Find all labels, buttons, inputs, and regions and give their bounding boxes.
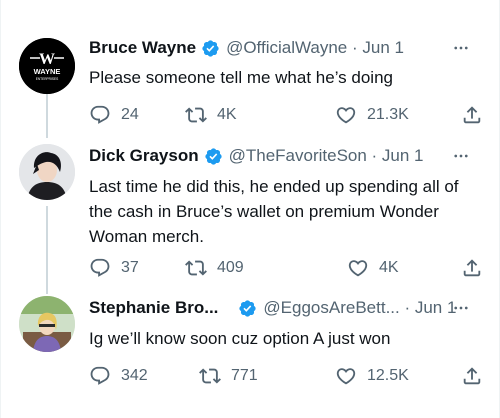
like-button[interactable]: 4K bbox=[347, 256, 399, 280]
avatar[interactable] bbox=[19, 144, 75, 200]
reply-count: 24 bbox=[121, 106, 139, 123]
more-icon[interactable] bbox=[449, 296, 473, 320]
verified-badge-icon bbox=[202, 39, 219, 57]
logo-word: WAYNE bbox=[34, 67, 61, 76]
wayne-enterprises-logo: W WAYNE ENTERPRISES bbox=[19, 38, 75, 94]
reply-count: 37 bbox=[121, 259, 139, 276]
handle-and-date[interactable]: @OfficialWayne · Jun 1 bbox=[226, 38, 404, 58]
like-button[interactable]: 12.5K bbox=[335, 364, 409, 388]
tweet[interactable]: Dick Grayson @TheFavoriteSon · Jun 1 Las… bbox=[1, 140, 500, 292]
like-button[interactable]: 21.3K bbox=[335, 103, 409, 127]
like-icon bbox=[336, 368, 356, 385]
tweet-text-line: the cash in Bruce’s wallet on premium Wo… bbox=[89, 202, 439, 221]
reply-button[interactable]: 24 bbox=[89, 103, 139, 127]
retweet-icon bbox=[185, 260, 207, 276]
display-name[interactable]: Dick Grayson bbox=[89, 146, 199, 166]
handle-and-date[interactable]: @EggosAreBett... · Jun 1 bbox=[263, 298, 456, 318]
avatar[interactable] bbox=[19, 296, 75, 352]
handle-and-date[interactable]: @TheFavoriteSon · Jun 1 bbox=[229, 146, 424, 166]
like-count: 12.5K bbox=[367, 367, 409, 384]
like-count: 21.3K bbox=[367, 106, 409, 123]
retweet-count: 409 bbox=[217, 259, 244, 276]
tweet[interactable]: W WAYNE ENTERPRISES Bruce Wayne @Officia… bbox=[1, 0, 500, 140]
share-icon bbox=[463, 259, 481, 277]
profile-picture bbox=[19, 144, 75, 200]
retweet-count: 771 bbox=[231, 367, 258, 384]
tweet-text-line: Last time he did this, he ended up spend… bbox=[89, 177, 459, 196]
share-icon bbox=[463, 367, 481, 385]
like-count: 4K bbox=[379, 259, 399, 276]
tweet-header: Dick Grayson @TheFavoriteSon · Jun 1 bbox=[89, 144, 481, 168]
share-button[interactable] bbox=[461, 256, 483, 280]
verified-badge-icon bbox=[239, 299, 257, 317]
retweet-icon bbox=[185, 107, 207, 123]
more-icon[interactable] bbox=[449, 36, 473, 60]
reply-count: 342 bbox=[121, 367, 148, 384]
tweet-text-line: Woman merch. bbox=[89, 227, 204, 246]
reply-icon bbox=[90, 366, 110, 385]
tweet-header: Bruce Wayne @OfficialWayne · Jun 1 bbox=[89, 36, 481, 60]
reply-button[interactable]: 342 bbox=[89, 364, 148, 388]
retweet-count: 4K bbox=[217, 106, 237, 123]
tweet-actions: 342 771 12.5K bbox=[89, 364, 487, 388]
tweet-thread: W WAYNE ENTERPRISES Bruce Wayne @Officia… bbox=[0, 0, 500, 418]
reply-icon bbox=[90, 258, 110, 277]
like-icon bbox=[336, 107, 356, 124]
more-icon[interactable] bbox=[449, 144, 473, 168]
display-name[interactable]: Stephanie Bro... bbox=[89, 298, 218, 318]
like-icon bbox=[348, 260, 368, 277]
share-button[interactable] bbox=[461, 364, 483, 388]
tweet[interactable]: Stephanie Bro... @EggosAreBett... · Jun … bbox=[1, 292, 500, 418]
avatar[interactable]: W WAYNE ENTERPRISES bbox=[19, 38, 75, 94]
reply-icon bbox=[90, 105, 110, 124]
logo-sub: ENTERPRISES bbox=[36, 77, 59, 81]
tweet-text: Last time he did this, he ended up spend… bbox=[89, 174, 489, 249]
retweet-icon bbox=[199, 368, 221, 384]
share-button[interactable] bbox=[461, 103, 483, 127]
tweet-text: Ig we’ll know soon cuz option A just won bbox=[89, 329, 391, 348]
retweet-button[interactable]: 409 bbox=[185, 256, 244, 280]
logo-initial: W bbox=[39, 51, 55, 68]
profile-picture bbox=[19, 296, 75, 352]
tweet-header: Stephanie Bro... @EggosAreBett... · Jun … bbox=[89, 296, 481, 320]
retweet-button[interactable]: 771 bbox=[199, 364, 258, 388]
tweet-text: Please someone tell me what he’s doing bbox=[89, 68, 393, 87]
verified-badge-icon bbox=[204, 147, 222, 165]
tweet-actions: 37 409 4K bbox=[89, 256, 487, 280]
display-name[interactable]: Bruce Wayne bbox=[89, 38, 196, 58]
retweet-button[interactable]: 4K bbox=[185, 103, 237, 127]
reply-button[interactable]: 37 bbox=[89, 256, 139, 280]
tweet-actions: 24 4K 21.3K bbox=[89, 103, 487, 127]
share-icon bbox=[463, 106, 481, 124]
